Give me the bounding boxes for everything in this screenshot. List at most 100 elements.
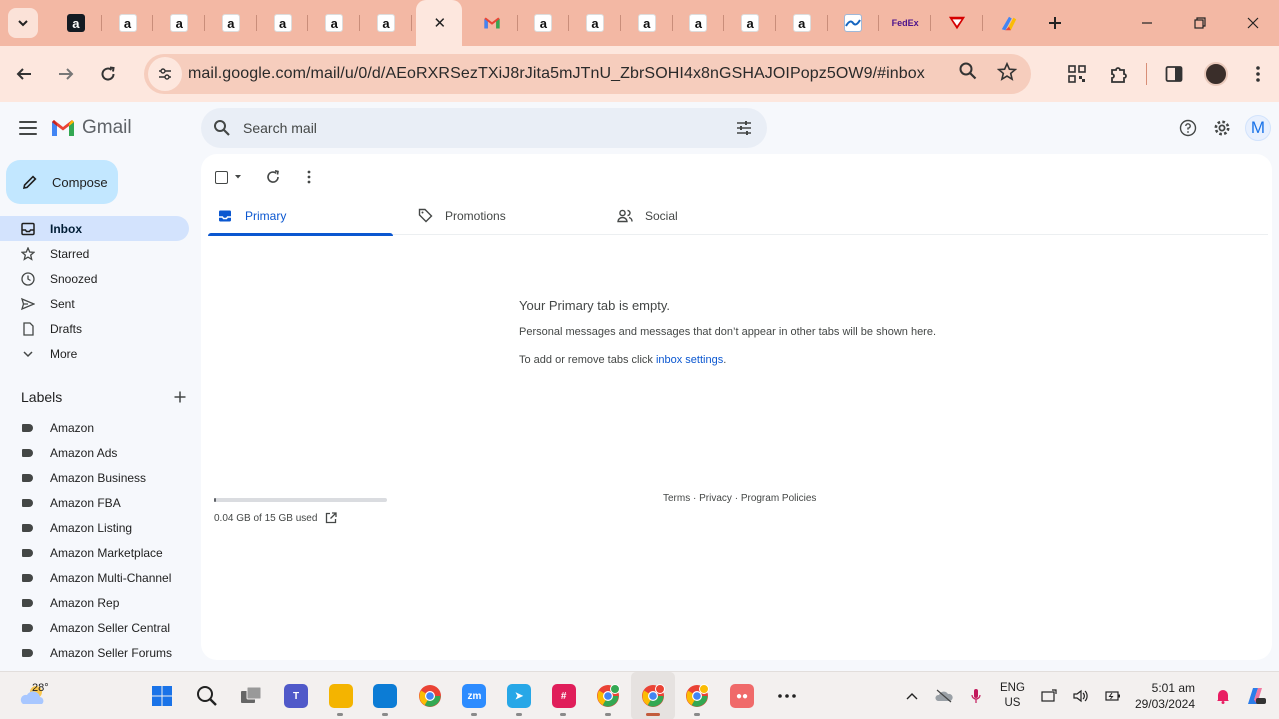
browser-tab[interactable]	[983, 0, 1035, 46]
taskbar-asana-button[interactable]: ●●	[720, 672, 765, 719]
address-bar[interactable]: mail.google.com/mail/u/0/d/AEoRXRSezTXiJ…	[144, 54, 1031, 94]
refresh-button[interactable]	[260, 164, 286, 190]
gmail-logo[interactable]: Gmail	[50, 117, 132, 139]
taskbar-file-explorer-button[interactable]	[318, 672, 363, 719]
show-hidden-icons-button[interactable]	[896, 672, 928, 719]
microphone-tray-button[interactable]	[960, 672, 992, 719]
browser-tab[interactable]: a	[257, 0, 309, 46]
browser-tab[interactable]	[828, 0, 880, 46]
browser-tab[interactable]: a	[724, 0, 776, 46]
browser-tab[interactable]: a	[518, 0, 570, 46]
main-menu-button[interactable]	[16, 116, 40, 140]
copilot-button[interactable]	[1239, 672, 1271, 719]
label-item[interactable]: Amazon Seller Forums	[0, 641, 189, 666]
add-label-icon[interactable]	[174, 391, 186, 403]
onedrive-tray-button[interactable]	[928, 672, 960, 719]
browser-tab[interactable]: FedEx	[879, 0, 931, 46]
tab-promotions[interactable]: Promotions	[408, 196, 608, 235]
tab-social[interactable]: Social	[608, 196, 808, 235]
taskbar-chrome-profile-2-button[interactable]	[630, 672, 676, 719]
qr-extension-button[interactable]	[1056, 46, 1098, 102]
browser-tab-active[interactable]: ✕	[415, 0, 462, 46]
browser-tab[interactable]: a	[153, 0, 205, 46]
privacy-link[interactable]: Privacy	[699, 493, 732, 504]
label-item[interactable]: Amazon Multi-Channel	[0, 566, 189, 591]
back-button[interactable]	[6, 56, 42, 92]
search-options-icon[interactable]	[735, 119, 753, 137]
taskbar-edge-button[interactable]	[363, 672, 408, 719]
reload-button[interactable]	[90, 56, 126, 92]
zoom-icon[interactable]	[959, 62, 977, 80]
browser-tab[interactable]	[466, 0, 518, 46]
close-window-button[interactable]	[1226, 0, 1279, 46]
taskbar-start-button[interactable]	[140, 672, 185, 719]
select-all-control[interactable]	[215, 170, 242, 184]
select-all-checkbox[interactable]	[215, 170, 228, 184]
taskbar-slack-button[interactable]: #	[541, 672, 586, 719]
support-button[interactable]	[1171, 111, 1205, 145]
browser-tab[interactable]: a	[360, 0, 412, 46]
search-input[interactable]	[243, 120, 703, 136]
label-item[interactable]: Amazon Listing	[0, 515, 189, 540]
taskbar-chrome-button[interactable]	[408, 672, 453, 719]
url-text[interactable]: mail.google.com/mail/u/0/d/AEoRXRSezTXiJ…	[188, 65, 925, 83]
sidebar-item-drafts[interactable]: Drafts	[0, 316, 189, 341]
side-panel-button[interactable]	[1153, 46, 1195, 102]
minimize-button[interactable]	[1120, 0, 1173, 46]
label-item[interactable]: Amazon FBA	[0, 490, 189, 515]
taskbar-task-view-button[interactable]	[229, 672, 274, 719]
open-in-new-icon[interactable]	[325, 512, 338, 524]
browser-tab[interactable]: a	[569, 0, 621, 46]
label-item[interactable]: Amazon Business	[0, 465, 189, 490]
more-actions-button[interactable]	[296, 164, 322, 190]
caret-down-icon[interactable]	[234, 174, 242, 180]
terms-link[interactable]: Terms	[663, 493, 690, 504]
browser-tab[interactable]	[931, 0, 983, 46]
close-icon[interactable]: ✕	[434, 14, 447, 32]
battery-button[interactable]	[1097, 672, 1129, 719]
sidebar-item-starred[interactable]: Starred	[0, 241, 189, 266]
sidebar-item-more[interactable]: More	[0, 341, 189, 366]
profile-button[interactable]	[1195, 46, 1237, 102]
label-item[interactable]: Amazon Marketplace	[0, 540, 189, 565]
new-tab-button[interactable]	[1040, 8, 1070, 38]
taskbar-chrome-profile-1-button[interactable]	[586, 672, 631, 719]
compose-button[interactable]: Compose	[6, 160, 118, 204]
browser-tab[interactable]: a	[776, 0, 828, 46]
sidebar-item-snoozed[interactable]: Snoozed	[0, 266, 189, 291]
tab-primary[interactable]: Primary	[208, 196, 408, 236]
language-indicator[interactable]: ENG US	[992, 681, 1033, 711]
label-item[interactable]: Amazon Seller Central	[0, 616, 189, 641]
account-avatar[interactable]: M	[1245, 115, 1271, 141]
program-policies-link[interactable]: Program Policies	[741, 493, 817, 504]
volume-button[interactable]	[1065, 672, 1097, 719]
inbox-settings-link[interactable]: inbox settings	[656, 354, 723, 366]
tab-search-button[interactable]	[8, 8, 38, 38]
forward-button[interactable]	[48, 56, 84, 92]
extensions-button[interactable]	[1098, 46, 1140, 102]
browser-tab[interactable]: a	[308, 0, 360, 46]
restore-button[interactable]	[1173, 0, 1226, 46]
taskbar-teams-button[interactable]: T	[274, 672, 319, 719]
label-item[interactable]: Amazon Ads	[0, 440, 189, 465]
site-info-button[interactable]	[148, 57, 182, 91]
browser-menu-button[interactable]	[1237, 46, 1279, 102]
browser-tab[interactable]: a	[102, 0, 154, 46]
browser-tab[interactable]: a	[205, 0, 257, 46]
taskbar-zoom-button[interactable]: zm	[452, 672, 497, 719]
network-button[interactable]	[1033, 672, 1065, 719]
browser-tab[interactable]: a	[50, 0, 102, 46]
bookmark-star-icon[interactable]	[997, 62, 1017, 82]
sidebar-item-inbox[interactable]: Inbox	[0, 216, 189, 241]
clock[interactable]: 5:01 am 29/03/2024	[1129, 680, 1207, 712]
taskbar-search-button[interactable]	[185, 672, 230, 719]
label-item[interactable]: Amazon Rep	[0, 591, 189, 616]
taskbar-telegram-button[interactable]: ➤	[497, 672, 542, 719]
search-icon[interactable]	[213, 119, 231, 137]
settings-button[interactable]	[1205, 111, 1239, 145]
label-item[interactable]: Amazon	[0, 415, 189, 440]
sidebar-item-sent[interactable]: Sent	[0, 291, 189, 316]
taskbar-more-apps-button[interactable]	[764, 672, 809, 719]
taskbar-chrome-profile-3-button[interactable]	[675, 672, 720, 719]
notifications-button[interactable]	[1207, 672, 1239, 719]
